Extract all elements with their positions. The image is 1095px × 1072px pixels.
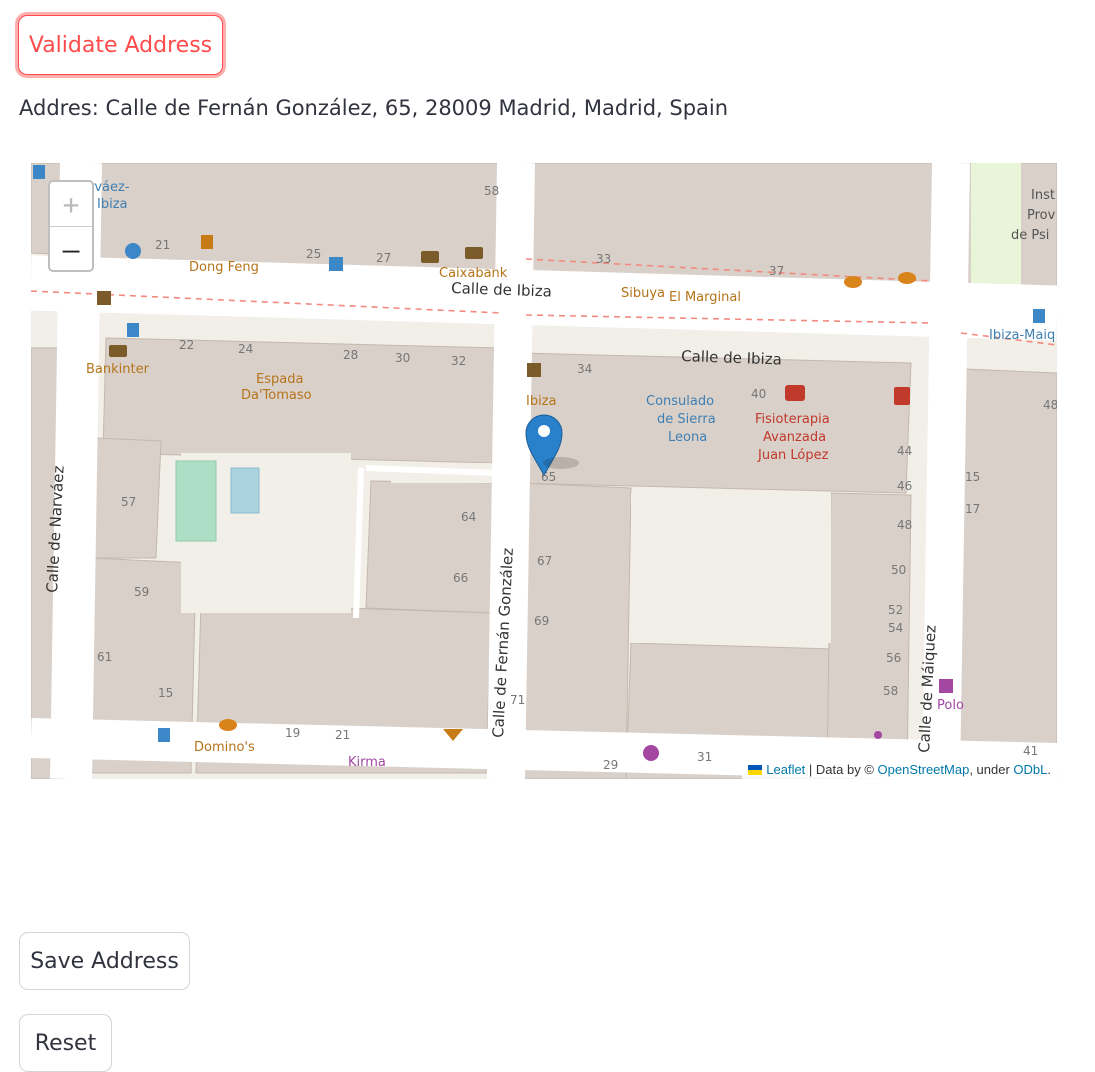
svg-text:41: 41 (1023, 744, 1038, 758)
svg-text:58: 58 (484, 184, 499, 198)
save-address-button[interactable]: Save Address (19, 932, 190, 990)
svg-text:21: 21 (335, 728, 350, 742)
street-label-ibiza-1: Calle de Ibiza (451, 279, 552, 301)
svg-text:19: 19 (285, 726, 300, 740)
svg-text:69: 69 (534, 614, 549, 628)
validate-address-button[interactable]: Validate Address (18, 15, 223, 75)
svg-text:29: 29 (603, 758, 618, 772)
svg-text:66: 66 (453, 571, 468, 585)
svg-text:37: 37 (769, 264, 784, 278)
poi-caixabank: Caixabank (439, 266, 508, 281)
svg-text:50: 50 (891, 563, 906, 577)
odbl-link[interactable]: ODbL (1013, 762, 1047, 777)
svg-text:44: 44 (897, 444, 912, 458)
poi-ibiza-maiquez: Ibiza-Maiq (989, 328, 1055, 343)
svg-text:rváez-: rváez- (89, 180, 130, 195)
svg-text:Avanzada: Avanzada (763, 430, 826, 445)
location-marker-icon (525, 414, 579, 476)
openstreetmap-link[interactable]: OpenStreetMap (878, 762, 970, 777)
svg-text:56: 56 (886, 651, 901, 665)
street-label-narvaez: Calle de Narváez (43, 465, 68, 593)
svg-text:Inst: Inst (1031, 188, 1055, 203)
map-attribution: Leaflet | Data by © OpenStreetMap, under… (742, 760, 1057, 779)
svg-text:de Psi: de Psi (1011, 228, 1049, 243)
poi-espada: Espada (256, 372, 303, 387)
ukraine-flag-icon (748, 765, 763, 775)
svg-text:Leona: Leona (668, 430, 707, 445)
svg-text:Da'Tomaso: Da'Tomaso (241, 388, 312, 403)
zoom-out-button[interactable]: – (50, 227, 92, 271)
svg-text:71: 71 (510, 693, 525, 707)
svg-text:27: 27 (376, 251, 391, 265)
svg-text:59: 59 (134, 585, 149, 599)
map[interactable]: Calle de Ibiza Calle de Ibiza Calle de N… (31, 163, 1057, 779)
street-label-ibiza-2: Calle de Ibiza (681, 347, 782, 369)
poi-polo: Polo (937, 698, 964, 713)
svg-text:46: 46 (897, 479, 912, 493)
poi-bankinter: Bankinter (86, 362, 150, 377)
svg-text:31: 31 (697, 750, 712, 764)
svg-text:34: 34 (577, 362, 592, 376)
svg-text:67: 67 (537, 554, 552, 568)
svg-text:58: 58 (883, 684, 898, 698)
svg-text:17: 17 (965, 502, 980, 516)
street-label-fernan: Calle de Fernán González (489, 547, 517, 738)
svg-text:22: 22 (179, 338, 194, 352)
svg-text:52: 52 (888, 603, 903, 617)
svg-text:57: 57 (121, 495, 136, 509)
svg-text:64: 64 (461, 510, 476, 524)
poi-ibiza: Ibiza (526, 394, 557, 409)
svg-text:40: 40 (751, 387, 766, 401)
reset-button[interactable]: Reset (19, 1014, 112, 1072)
leaflet-link[interactable]: Leaflet (766, 762, 805, 777)
poi-kirma: Kirma (348, 755, 386, 770)
svg-text:54: 54 (888, 621, 903, 635)
svg-text:Consulado: Consulado (646, 394, 714, 409)
svg-text:33: 33 (596, 252, 611, 266)
address-text: Addres: Calle de Fernán González, 65, 28… (19, 96, 729, 120)
poi-sibuya: Sibuya (621, 286, 665, 301)
svg-text:de Sierra: de Sierra (657, 412, 716, 427)
map-labels: Calle de Ibiza Calle de Ibiza Calle de N… (33, 165, 1057, 772)
svg-text:24: 24 (238, 342, 253, 356)
poi-dong-feng: Dong Feng (189, 260, 259, 275)
svg-text:15: 15 (965, 470, 980, 484)
svg-text:30: 30 (395, 351, 410, 365)
svg-text:48: 48 (1043, 398, 1057, 412)
poi-el-marginal: El Marginal (669, 290, 741, 305)
svg-text:15: 15 (158, 686, 173, 700)
svg-text:32: 32 (451, 354, 466, 368)
svg-text:25: 25 (306, 247, 321, 261)
street-label-maiquez: Calle de Máiquez (915, 624, 940, 753)
zoom-control: + – (48, 180, 94, 272)
poi-dominos: Domino's (194, 740, 255, 755)
svg-text:48: 48 (897, 518, 912, 532)
svg-text:21: 21 (155, 238, 170, 252)
svg-text:28: 28 (343, 348, 358, 362)
zoom-in-button[interactable]: + (50, 182, 92, 227)
svg-text:Fisioterapia: Fisioterapia (755, 412, 830, 427)
svg-text:61: 61 (97, 650, 112, 664)
svg-text:Prov: Prov (1027, 208, 1056, 223)
svg-text:Ibiza: Ibiza (97, 197, 128, 212)
svg-text:Juan López: Juan López (757, 448, 829, 463)
